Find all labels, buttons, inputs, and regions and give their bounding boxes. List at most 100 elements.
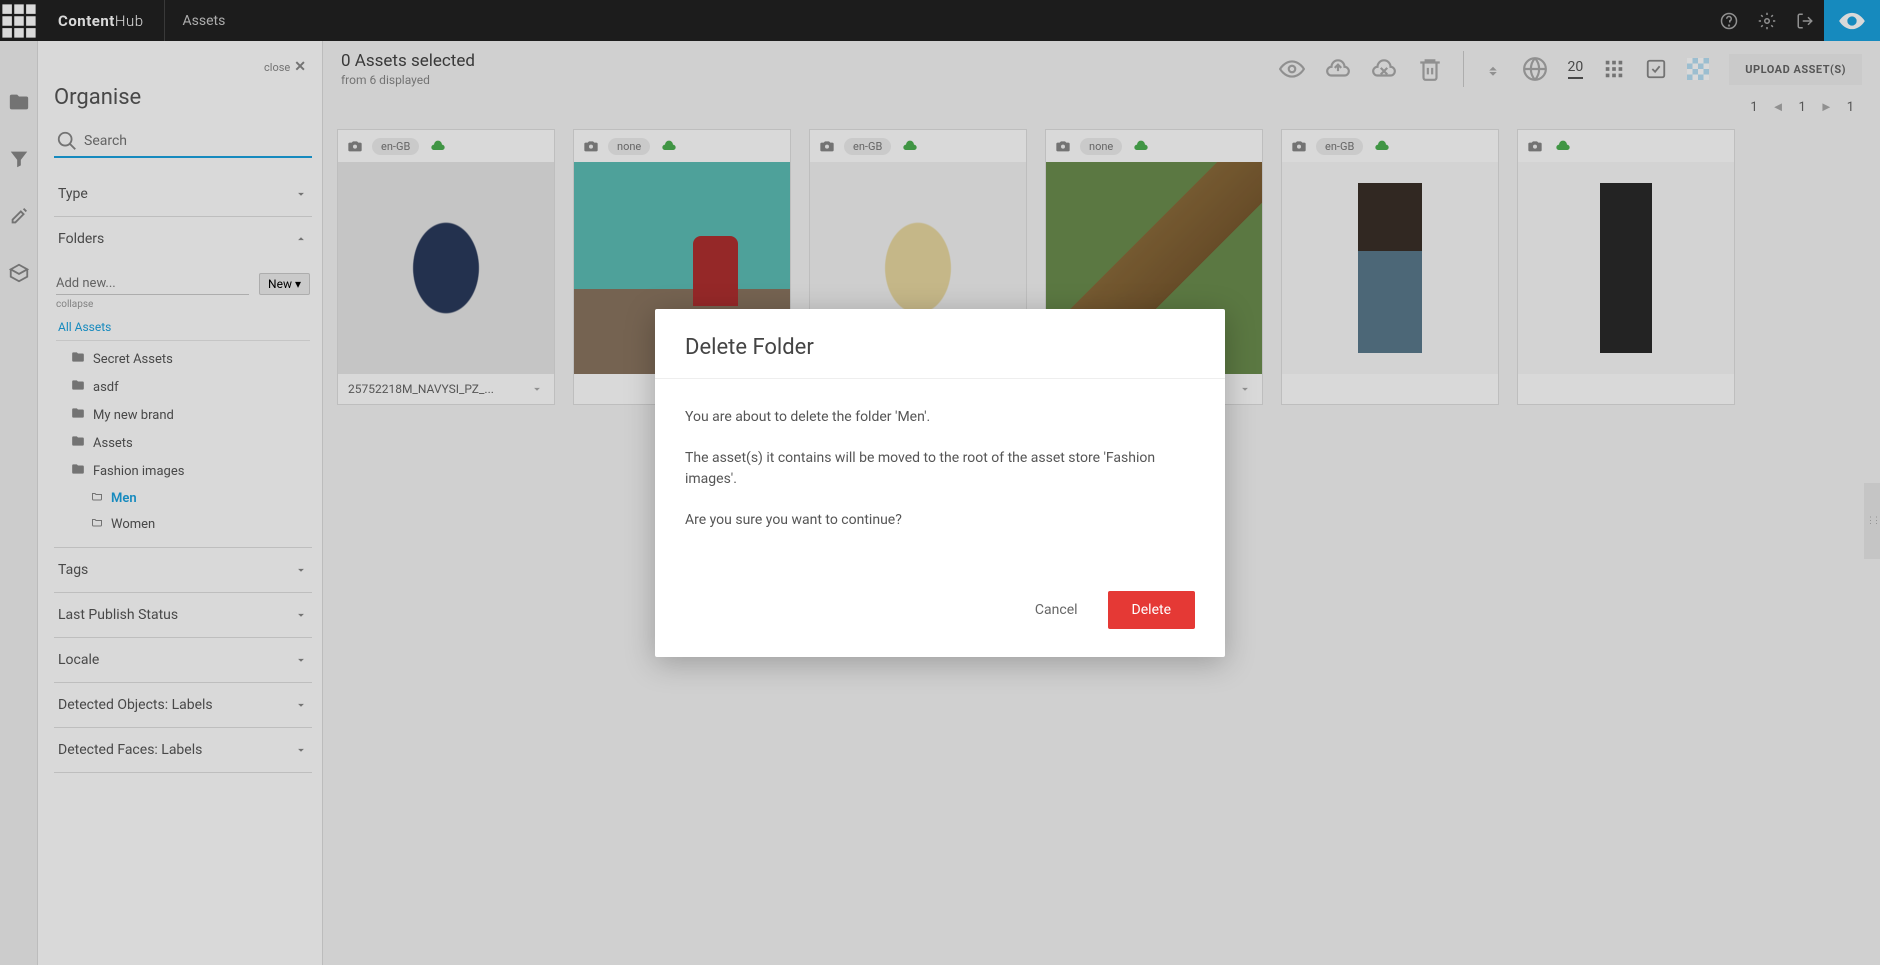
app-menu-button[interactable]: [0, 0, 38, 41]
folder-icon: [70, 406, 86, 424]
chevron-down-icon: [294, 608, 308, 622]
page-next[interactable]: ►: [1820, 99, 1833, 115]
page-size[interactable]: 20: [1568, 59, 1584, 79]
modal-body: You are about to delete the folder 'Men'…: [655, 379, 1225, 571]
folder-icon: [70, 462, 86, 480]
pagination: 1 ◄ 1 ► 1: [323, 97, 1880, 123]
locale-pill: none: [608, 138, 650, 155]
sidebar-title: Organise: [54, 85, 312, 110]
preview-toggle[interactable]: [1824, 0, 1880, 41]
filter-tags[interactable]: Tags: [54, 548, 312, 593]
settings-icon[interactable]: [1748, 0, 1786, 41]
card-header: en-GB: [810, 130, 1026, 162]
camera-icon: [818, 138, 836, 154]
folder-item-secret-assets[interactable]: Secret Assets: [56, 345, 310, 373]
grid-view-icon[interactable]: [1603, 58, 1625, 80]
delete-icon[interactable]: [1417, 56, 1443, 82]
folder-item-fashion-images[interactable]: Fashion images: [56, 457, 310, 485]
rail-box-icon[interactable]: [8, 262, 30, 284]
card-header: none: [1046, 130, 1262, 162]
cloud-synced-icon: [427, 138, 449, 154]
preview-icon[interactable]: [1279, 56, 1305, 82]
icon-rail: [0, 41, 38, 965]
folder-item-asdf[interactable]: asdf: [56, 373, 310, 401]
search-input[interactable]: [84, 133, 310, 149]
upload-button[interactable]: UPLOAD ASSET(S): [1729, 54, 1862, 85]
breadcrumb[interactable]: Assets: [165, 13, 244, 29]
camera-icon: [582, 138, 600, 154]
close-icon: ✕: [294, 59, 306, 75]
folder-item-men[interactable]: Men: [56, 485, 310, 511]
delete-button[interactable]: Delete: [1108, 591, 1195, 629]
camera-icon: [346, 138, 364, 154]
cloud-synced-icon: [899, 138, 921, 154]
collapse-link[interactable]: collapse: [56, 299, 310, 310]
chevron-down-icon: [294, 743, 308, 757]
camera-icon: [1290, 138, 1308, 154]
add-folder-input[interactable]: [56, 273, 249, 295]
page-total: 1: [1750, 100, 1757, 115]
cloud-synced-icon: [1130, 138, 1152, 154]
chevron-down-icon[interactable]: [530, 382, 544, 396]
folder-item-assets[interactable]: Assets: [56, 429, 310, 457]
right-panel-handle[interactable]: [1864, 483, 1880, 559]
card-image: [338, 162, 554, 374]
card-header: en-GB: [338, 130, 554, 162]
help-icon[interactable]: [1710, 0, 1748, 41]
page-last: 1: [1847, 100, 1854, 115]
folder-item-my-new-brand[interactable]: My new brand: [56, 401, 310, 429]
toolbar: 0 Assets selected from 6 displayed: [323, 41, 1880, 97]
cloud-upload-icon[interactable]: [1325, 56, 1351, 82]
card-footer: 25752218M_NAVYSI_PZ_...: [338, 374, 554, 404]
select-all-icon[interactable]: [1645, 58, 1667, 80]
camera-icon: [1526, 138, 1544, 154]
folder-label: Fashion images: [93, 464, 184, 479]
asset-card[interactable]: en-GB 25752218M_NAVYSI_PZ_...: [337, 129, 555, 405]
folder-icon: [90, 516, 104, 532]
cancel-button[interactable]: Cancel: [1035, 602, 1078, 618]
card-image: [1518, 162, 1734, 374]
close-panel-button[interactable]: close ✕: [54, 55, 312, 85]
chevron-down-icon[interactable]: [1238, 382, 1252, 396]
search-icon: [56, 130, 78, 152]
page-current: 1: [1799, 100, 1806, 115]
folder-item-women[interactable]: Women: [56, 511, 310, 537]
delete-folder-modal: Delete Folder You are about to delete th…: [655, 309, 1225, 657]
all-assets-link[interactable]: All Assets: [56, 320, 310, 334]
new-folder-button[interactable]: New ▾: [259, 273, 310, 295]
card-header: none: [574, 130, 790, 162]
folder-label: Assets: [93, 436, 133, 451]
card-header: en-GB: [1282, 130, 1498, 162]
asset-card[interactable]: [1517, 129, 1735, 405]
filter-detected-objects[interactable]: Detected Objects: Labels: [54, 683, 312, 728]
filter-last-publish[interactable]: Last Publish Status: [54, 593, 312, 638]
globe-icon[interactable]: [1522, 56, 1548, 82]
sort-icon[interactable]: [1484, 56, 1502, 82]
page-prev[interactable]: ◄: [1772, 99, 1785, 115]
filter-folders-header[interactable]: Folders: [54, 217, 312, 261]
asset-name: 25752218M_NAVYSI_PZ_...: [348, 382, 494, 396]
folder-label: Men: [111, 491, 137, 506]
logout-icon[interactable]: [1786, 0, 1824, 41]
locale-pill: en-GB: [844, 138, 891, 155]
rail-filter-icon[interactable]: [8, 148, 30, 170]
locale-pill: en-GB: [372, 138, 419, 155]
chevron-down-icon: [294, 187, 308, 201]
filter-detected-faces[interactable]: Detected Faces: Labels: [54, 728, 312, 773]
rail-folder-icon[interactable]: [8, 91, 30, 113]
filter-locale[interactable]: Locale: [54, 638, 312, 683]
card-image: [1282, 162, 1498, 374]
asset-card[interactable]: en-GB: [1281, 129, 1499, 405]
chevron-down-icon: [294, 698, 308, 712]
modal-title: Delete Folder: [685, 335, 1195, 360]
background-toggle[interactable]: [1687, 58, 1709, 80]
filter-type[interactable]: Type: [54, 172, 312, 217]
logo: ContentHub: [38, 12, 164, 30]
folder-label: asdf: [93, 380, 119, 395]
chevron-up-icon: [294, 232, 308, 246]
rail-tools-icon[interactable]: [8, 205, 30, 227]
cloud-remove-icon[interactable]: [1371, 56, 1397, 82]
cloud-synced-icon: [658, 138, 680, 154]
chevron-down-icon: [294, 563, 308, 577]
folder-icon: [70, 350, 86, 368]
